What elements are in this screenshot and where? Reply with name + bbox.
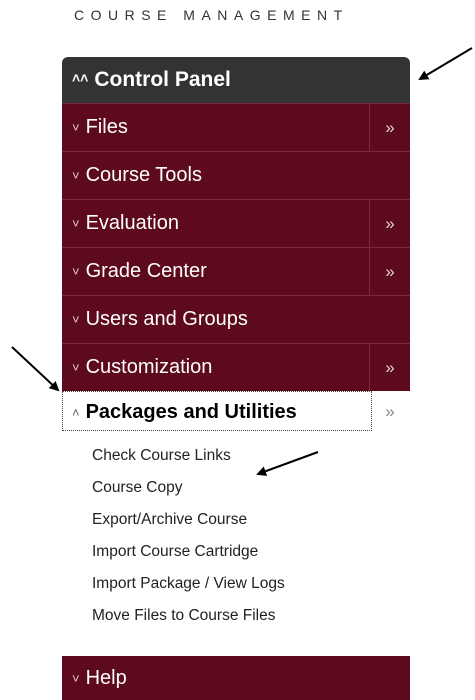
submenu-link-move-files-to-course-files[interactable]: Move Files to Course Files — [92, 603, 410, 635]
menu-item-label: Files — [85, 116, 128, 138]
submenu-arrow-icon[interactable]: » — [369, 200, 410, 247]
menu-item-course-tools[interactable]: ˅ Course Tools — [62, 151, 410, 199]
submenu-link-import-course-cartridge[interactable]: Import Course Cartridge — [92, 539, 410, 571]
control-panel-label: Control Panel — [94, 68, 231, 91]
chevron-down-icon: ˅ — [72, 312, 80, 327]
menu-item-files[interactable]: ˅ Files » — [62, 103, 410, 151]
menu-item-label: Packages and Utilities — [85, 400, 297, 423]
arrow-annotation — [11, 346, 60, 392]
submenu-arrow-icon[interactable]: » — [369, 104, 410, 151]
menu-item-label: Evaluation — [85, 212, 179, 234]
chevron-down-icon: ˅ — [72, 120, 80, 135]
chevron-up-icon: ˄˄ — [72, 70, 89, 86]
control-panel-header[interactable]: ˄˄ Control Panel — [62, 57, 410, 103]
chevron-down-icon: ˅ — [72, 360, 80, 375]
chevron-down-icon: ˅ — [72, 168, 80, 183]
menu-item-help[interactable]: ˅ Help — [62, 656, 410, 700]
submenu-arrow-icon[interactable]: » — [369, 344, 410, 391]
menu-item-label: Customization — [85, 356, 213, 378]
chevron-down-icon: ˅ — [72, 670, 80, 686]
arrow-annotation — [418, 47, 473, 81]
course-management-heading: COURSE MANAGEMENT — [74, 7, 349, 23]
menu-item-label: Users and Groups — [85, 308, 248, 330]
menu-item-grade-center[interactable]: ˅ Grade Center » — [62, 247, 410, 295]
menu-item-label: Grade Center — [85, 260, 207, 282]
chevron-down-icon: ˅ — [72, 216, 80, 231]
chevron-up-icon: ˄ — [72, 404, 80, 420]
menu-item-label: Help — [85, 666, 127, 689]
submenu-arrow-icon[interactable]: » — [369, 248, 410, 295]
menu-item-evaluation[interactable]: ˅ Evaluation » — [62, 199, 410, 247]
packages-submenu: Check Course Links Course Copy Export/Ar… — [62, 433, 410, 635]
control-panel: ˄˄ Control Panel ˅ Files » ˅ Course Tool… — [62, 57, 410, 635]
submenu-link-check-course-links[interactable]: Check Course Links — [92, 443, 410, 475]
submenu-link-course-copy[interactable]: Course Copy — [92, 475, 410, 507]
menu-item-users-and-groups[interactable]: ˅ Users and Groups — [62, 295, 410, 343]
menu-item-label: Course Tools — [85, 164, 202, 186]
submenu-arrow-icon[interactable]: » — [370, 391, 410, 433]
chevron-down-icon: ˅ — [72, 264, 80, 279]
submenu-link-export-archive-course[interactable]: Export/Archive Course — [92, 507, 410, 539]
menu-item-customization[interactable]: ˅ Customization » — [62, 343, 410, 391]
menu-item-packages-and-utilities[interactable]: ˄ Packages and Utilities » — [62, 391, 410, 433]
submenu-link-import-package-view-logs[interactable]: Import Package / View Logs — [92, 571, 410, 603]
